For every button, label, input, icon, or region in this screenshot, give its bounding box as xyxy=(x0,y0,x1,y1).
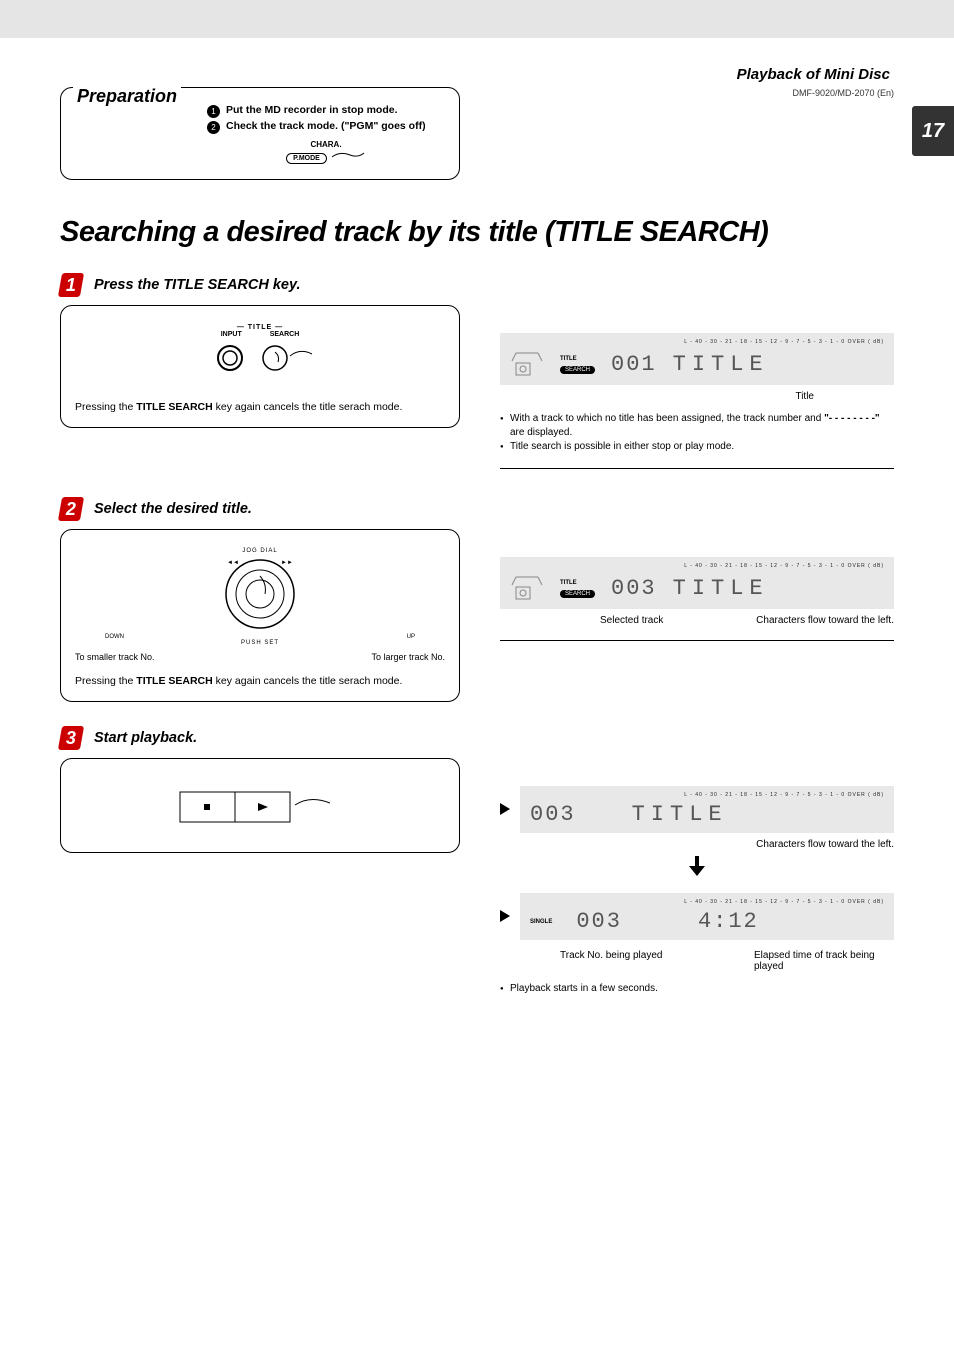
step3-display-a: L - 40 - 30 - 21 - 18 - 15 - 12 - 9 - 7 … xyxy=(520,786,894,833)
disp3b-track: 003 xyxy=(576,909,622,934)
title-badge: TITLE xyxy=(560,356,591,362)
search-badge: SEARCH xyxy=(560,590,595,598)
model-code: DMF-9020/MD-2070 (En) xyxy=(792,88,894,98)
bullet-2-icon: 2 xyxy=(207,121,220,134)
jog-dial-illustration: ◄◄ ►► xyxy=(75,554,445,634)
svg-text:►►: ►► xyxy=(281,560,293,566)
selected-track-caption: Selected track xyxy=(500,615,663,626)
knob-icon xyxy=(200,338,320,384)
flow-caption: Characters flow toward the left. xyxy=(756,615,894,626)
search-badge: SEARCH xyxy=(560,366,595,374)
preparation-box: Preparation 1 Put the MD recorder in sto… xyxy=(60,87,460,180)
disp3b-time: 4:12 xyxy=(698,909,759,934)
chara-diagram: CHARA. P.MODE xyxy=(207,140,445,165)
title-badge: TITLE xyxy=(560,580,591,586)
step-number-2: 2 xyxy=(58,497,84,521)
db-scale: L - 40 - 30 - 21 - 18 - 15 - 12 - 9 - 7 … xyxy=(510,339,884,345)
divider xyxy=(500,640,894,641)
track-playing-caption: Track No. being played xyxy=(500,950,662,972)
larger-track-label: To larger track No. xyxy=(365,652,445,662)
step3-control-box xyxy=(60,758,460,853)
disp3a-track: 003 xyxy=(530,802,576,827)
step2-display: L - 40 - 30 - 21 - 18 - 15 - 12 - 9 - 7 … xyxy=(500,557,894,609)
finger-icon xyxy=(330,149,366,165)
bullet-1-icon: 1 xyxy=(207,105,220,118)
display-track-no: 001 xyxy=(611,352,657,377)
flow-caption-2: Characters flow toward the left. xyxy=(500,839,894,850)
svg-text:◄◄: ◄◄ xyxy=(227,560,239,566)
play-icon xyxy=(500,803,510,815)
down-arrow-icon xyxy=(500,856,894,879)
play-stop-buttons-illustration xyxy=(170,777,350,837)
db-scale-3b: L - 40 - 30 - 21 - 18 - 15 - 12 - 9 - 7 … xyxy=(530,899,884,905)
single-badge: SINGLE xyxy=(530,919,552,925)
step3-display-b: L - 40 - 30 - 21 - 18 - 15 - 12 - 9 - 7 … xyxy=(520,893,894,940)
up-label: UP xyxy=(407,634,415,640)
db-scale-2: L - 40 - 30 - 21 - 18 - 15 - 12 - 9 - 7 … xyxy=(510,563,884,569)
step-1-header: 1 Press the TITLE SEARCH key. xyxy=(60,273,894,297)
step2-control-box: JOG DIAL ◄◄ ►► DOWN UP PUSH SET xyxy=(60,529,460,702)
title-search-key-illustration: — TITLE — INPUT SEARCH xyxy=(75,324,445,384)
prep-item-2: Check the track mode. ("PGM" goes off) xyxy=(226,120,426,132)
input-label: INPUT xyxy=(221,331,242,338)
disp3a-text: TITLE xyxy=(632,802,728,827)
page-header: Playback of Mini Disc DMF-9020/MD-2070 (… xyxy=(60,66,894,83)
title-caption: Title xyxy=(500,391,894,402)
disc-icon xyxy=(510,349,544,379)
step1-display: L - 40 - 30 - 21 - 18 - 15 - 12 - 9 - 7 … xyxy=(500,333,894,385)
step3-notes: Playback starts in a few seconds. xyxy=(500,982,894,996)
page-number: 17 xyxy=(912,106,954,156)
main-heading: Searching a desired track by its title (… xyxy=(60,216,894,249)
elapsed-caption: Elapsed time of track being played xyxy=(754,950,894,972)
step1-note: Pressing the TITLE SEARCH key again canc… xyxy=(75,400,445,415)
smaller-track-label: To smaller track No. xyxy=(75,652,155,662)
preparation-title: Preparation xyxy=(73,86,181,107)
display-title-text-2: TITLE xyxy=(673,576,769,601)
section-title: Playback of Mini Disc xyxy=(737,66,890,83)
db-scale-3a: L - 40 - 30 - 21 - 18 - 15 - 12 - 9 - 7 … xyxy=(530,792,884,798)
step-2-header: 2 Select the desired title. xyxy=(60,497,894,521)
play-icon xyxy=(500,910,510,922)
step-number-1: 1 xyxy=(58,273,84,297)
display-title-text: TITLE xyxy=(673,352,769,377)
chara-label: CHARA. xyxy=(207,140,445,149)
display-track-no-2: 003 xyxy=(611,576,657,601)
step1-notes: With a track to which no title has been … xyxy=(500,412,894,454)
step2-note: Pressing the TITLE SEARCH key again canc… xyxy=(75,674,445,689)
step-1-heading: Press the TITLE SEARCH key. xyxy=(94,277,301,293)
divider xyxy=(500,468,894,469)
step-number-3: 3 xyxy=(58,726,84,750)
step1-control-box: — TITLE — INPUT SEARCH Pressing the TIT xyxy=(60,305,460,428)
prep-item-1: Put the MD recorder in stop mode. xyxy=(226,104,398,116)
step-3-header: 3 Start playback. xyxy=(60,726,894,750)
disc-icon xyxy=(510,573,544,603)
down-label: DOWN xyxy=(105,634,124,640)
step-3-heading: Start playback. xyxy=(94,730,197,746)
pmode-button: P.MODE xyxy=(286,153,327,164)
page-top-bar xyxy=(0,0,954,38)
step-2-heading: Select the desired title. xyxy=(94,501,252,517)
search-label: SEARCH xyxy=(270,331,300,338)
pushset-label: PUSH SET xyxy=(75,640,445,646)
